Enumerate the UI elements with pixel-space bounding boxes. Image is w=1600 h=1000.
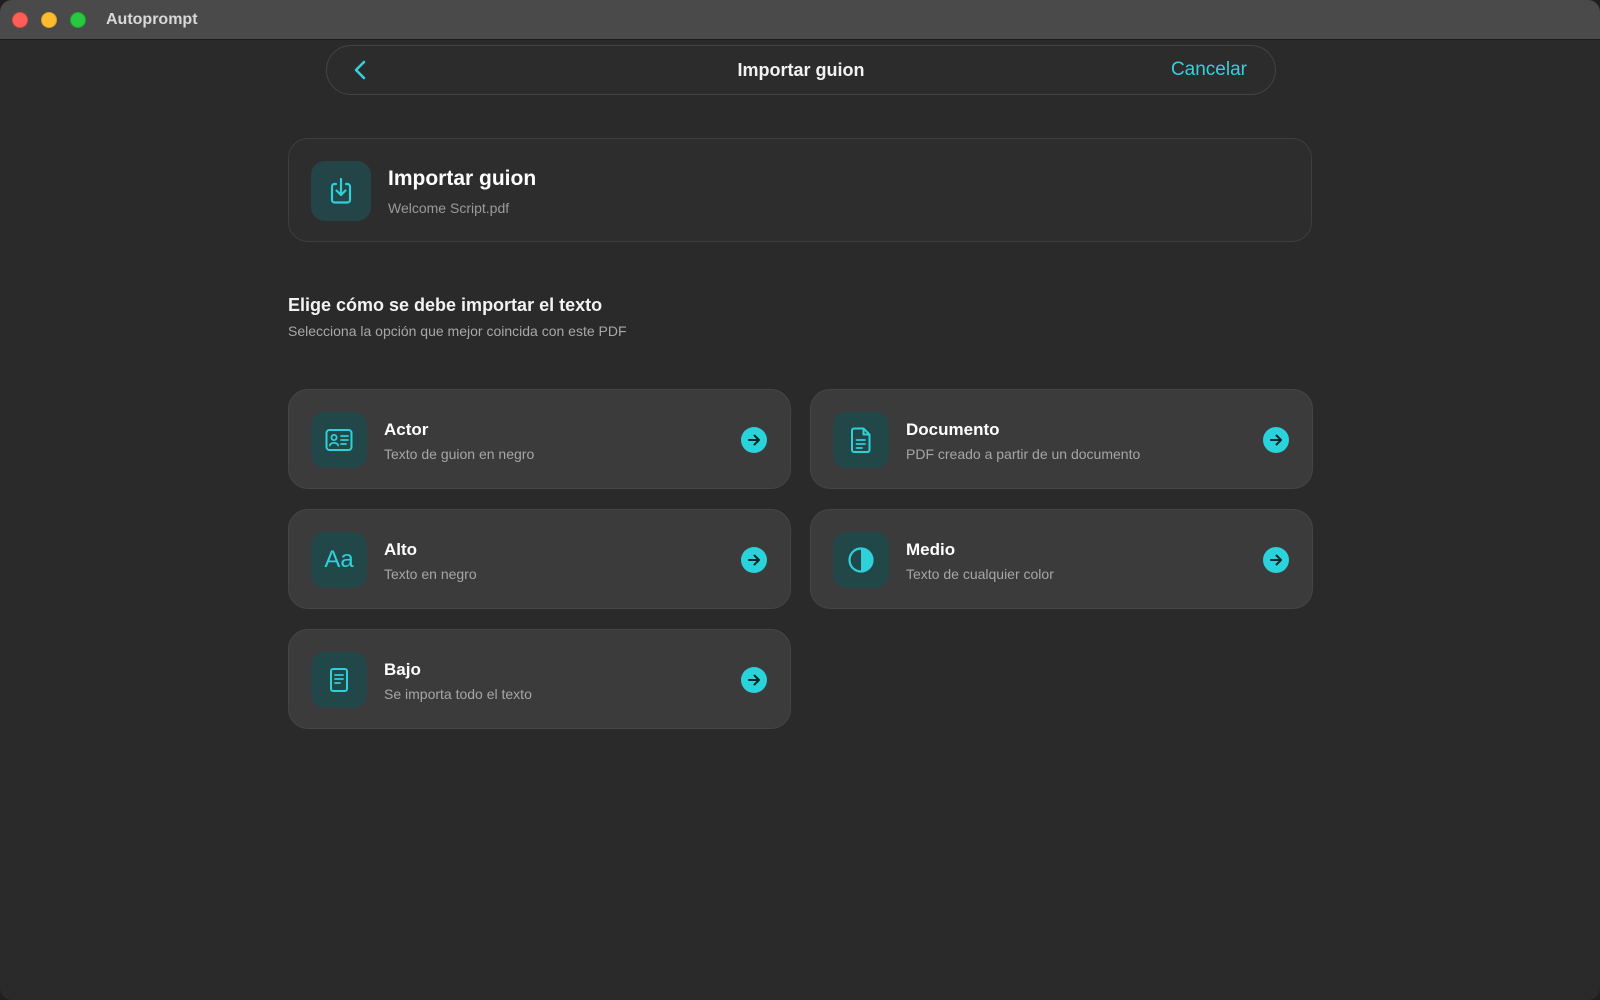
page-lines-icon bbox=[311, 652, 367, 708]
file-name: Welcome Script.pdf bbox=[388, 200, 510, 216]
section-title: Elige cómo se debe importar el texto bbox=[288, 295, 603, 315]
option-title: Bajo bbox=[384, 660, 421, 679]
option-subtitle: Texto de guion en negro bbox=[384, 446, 535, 462]
option-title: Documento bbox=[906, 420, 1000, 439]
file-card-title: Importar guion bbox=[388, 167, 537, 190]
cancel-button[interactable]: Cancelar bbox=[1171, 59, 1247, 81]
minimize-window-button[interactable] bbox=[41, 12, 57, 28]
option-title: Alto bbox=[384, 540, 418, 559]
option-medio[interactable]: Medio Texto de cualquier color bbox=[810, 509, 1313, 609]
app-title: Autoprompt bbox=[106, 11, 198, 28]
close-window-button[interactable] bbox=[12, 12, 28, 28]
option-subtitle: Texto en negro bbox=[384, 566, 477, 582]
app-window: Autoprompt Importar guion Cancelar Impor… bbox=[0, 0, 1600, 1000]
arrow-right-icon[interactable] bbox=[741, 547, 767, 573]
section-subtitle: Selecciona la opción que mejor coincida … bbox=[288, 323, 627, 339]
arrow-right-icon[interactable] bbox=[741, 667, 767, 693]
document-icon bbox=[833, 412, 889, 468]
import-file-card: Importar guion Welcome Script.pdf bbox=[288, 138, 1312, 242]
option-actor[interactable]: Actor Texto de guion en negro bbox=[288, 389, 791, 489]
id-card-icon bbox=[311, 412, 367, 468]
option-title: Medio bbox=[906, 540, 956, 559]
import-download-icon bbox=[311, 161, 371, 221]
arrow-right-icon[interactable] bbox=[1263, 547, 1289, 573]
arrow-right-icon[interactable] bbox=[741, 427, 767, 453]
option-bajo[interactable]: Bajo Se importa todo el texto bbox=[288, 629, 791, 729]
half-contrast-icon bbox=[833, 532, 889, 588]
option-documento[interactable]: Documento PDF creado a partir de un docu… bbox=[810, 389, 1313, 489]
option-subtitle: Texto de cualquier color bbox=[906, 566, 1054, 582]
option-title: Actor bbox=[384, 420, 429, 439]
arrow-right-icon[interactable] bbox=[1263, 427, 1289, 453]
navigation-bar: Importar guion Cancelar bbox=[326, 45, 1276, 95]
page-title: Importar guion bbox=[737, 60, 865, 80]
title-bar: Autoprompt bbox=[0, 0, 1600, 40]
maximize-window-button[interactable] bbox=[70, 12, 86, 28]
option-subtitle: Se importa todo el texto bbox=[384, 686, 532, 702]
text-aa-glyph: Aa bbox=[324, 546, 354, 573]
option-subtitle: PDF creado a partir de un documento bbox=[906, 446, 1141, 462]
option-alto[interactable]: Aa Alto Texto en negro bbox=[288, 509, 791, 609]
text-aa-icon: Aa bbox=[311, 532, 367, 588]
